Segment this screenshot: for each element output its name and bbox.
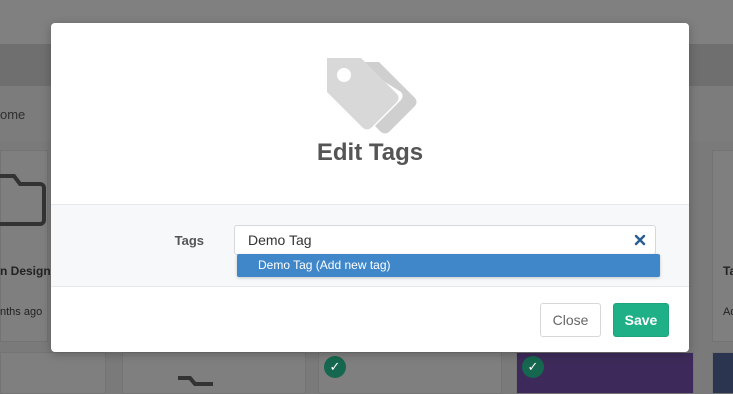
dialog-title: Edit Tags bbox=[316, 139, 424, 166]
dialog-footer: Close Save bbox=[51, 287, 689, 352]
tags-label: Tags bbox=[174, 233, 204, 248]
tag-suggestion-item[interactable]: Demo Tag (Add new tag) bbox=[237, 254, 660, 277]
breadcrumb: ome bbox=[0, 107, 26, 122]
edit-tags-dialog: Edit Tags Tags Demo Tag Demo Tag (Add ne… bbox=[51, 23, 689, 352]
card-title: n Design bbox=[0, 264, 51, 278]
background-thumbnail bbox=[516, 352, 694, 394]
check-icon: ✓ bbox=[522, 356, 544, 378]
background-card bbox=[0, 352, 106, 394]
close-button[interactable]: Close bbox=[540, 303, 601, 337]
clear-icon[interactable] bbox=[633, 233, 647, 247]
tag-suggestion-label: Demo Tag (Add new tag) bbox=[258, 258, 391, 272]
background-card bbox=[318, 352, 502, 394]
card-meta: nths ago bbox=[0, 306, 43, 318]
card-title: Ta bbox=[723, 264, 733, 278]
dialog-header: Edit Tags bbox=[51, 23, 689, 205]
tags-icon bbox=[327, 58, 417, 134]
card-meta: Ad bbox=[723, 306, 733, 318]
folder-icon bbox=[178, 376, 213, 386]
tags-input-value[interactable]: Demo Tag bbox=[248, 232, 312, 248]
check-icon: ✓ bbox=[324, 356, 346, 378]
save-button[interactable]: Save bbox=[613, 303, 669, 337]
background-thumbnail bbox=[712, 352, 733, 394]
dialog-body: Tags Demo Tag Demo Tag (Add new tag) bbox=[51, 205, 689, 287]
folder-icon bbox=[0, 174, 46, 226]
tags-input[interactable]: Demo Tag bbox=[234, 225, 656, 255]
